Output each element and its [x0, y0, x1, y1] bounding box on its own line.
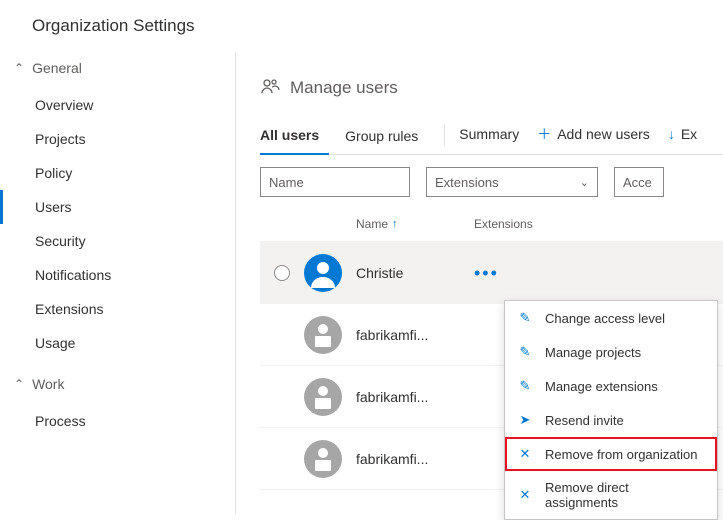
sidebar-group-general[interactable]: ⌃ General: [0, 54, 235, 84]
row-actions-menu-button[interactable]: •••: [474, 257, 499, 283]
avatar: [304, 254, 356, 292]
chevron-up-icon: ⌃: [14, 378, 24, 390]
add-new-users-button[interactable]: ＋ Add new users: [537, 124, 650, 152]
main-heading-text: Manage users: [290, 78, 398, 98]
filter-row: Extensions ⌄ Acce: [260, 155, 723, 211]
export-button[interactable]: ↓ Ex: [668, 126, 697, 150]
plus-icon: ＋: [537, 124, 551, 144]
download-icon: ↓: [668, 126, 675, 142]
sidebar-group-label: Work: [32, 376, 64, 392]
row-name: fabrikamfi...: [356, 451, 474, 467]
column-header-extensions[interactable]: Extensions: [474, 217, 723, 231]
divider: [444, 124, 445, 146]
column-header-name[interactable]: Name ↑: [356, 217, 474, 231]
pencil-icon: ✎: [517, 310, 533, 326]
tab-group-rules[interactable]: Group rules: [345, 122, 428, 154]
grid-header: Name ↑ Extensions: [260, 211, 723, 242]
sidebar-item-extensions[interactable]: Extensions: [0, 292, 235, 326]
tab-row: All users Group rules Summary ＋ Add new …: [260, 121, 723, 155]
send-icon: ➤: [517, 412, 533, 428]
sidebar-item-policy[interactable]: Policy: [0, 156, 235, 190]
tab-all-users[interactable]: All users: [260, 121, 329, 155]
sidebar-group-label: General: [32, 60, 82, 76]
users-icon: [260, 76, 280, 99]
row-select-radio[interactable]: [274, 265, 290, 281]
menu-item-manage-projects[interactable]: ✎ Manage projects: [505, 335, 717, 369]
pencil-icon: ✎: [517, 378, 533, 394]
row-name: Christie: [356, 265, 474, 281]
page-title: Organization Settings: [0, 0, 723, 52]
pencil-icon: ✎: [517, 344, 533, 360]
sidebar-item-security[interactable]: Security: [0, 224, 235, 258]
avatar: [304, 316, 356, 354]
row-context-menu: ✎ Change access level ✎ Manage projects …: [504, 300, 718, 520]
chevron-down-icon: ⌄: [580, 176, 589, 189]
extensions-filter-select[interactable]: Extensions ⌄: [426, 167, 598, 197]
sidebar: ⌃ General Overview Projects Policy Users…: [0, 52, 236, 514]
x-icon: ✕: [517, 487, 533, 503]
avatar: [304, 378, 356, 416]
menu-item-manage-extensions[interactable]: ✎ Manage extensions: [505, 369, 717, 403]
sort-ascending-icon: ↑: [392, 218, 398, 230]
main-heading: Manage users: [260, 76, 723, 99]
sidebar-item-projects[interactable]: Projects: [0, 122, 235, 156]
sidebar-item-users[interactable]: Users: [0, 190, 235, 224]
chevron-up-icon: ⌃: [14, 62, 24, 74]
access-filter-select[interactable]: Acce: [614, 167, 664, 197]
menu-item-remove-from-organization[interactable]: ✕ Remove from organization: [505, 437, 717, 471]
row-name: fabrikamfi...: [356, 327, 474, 343]
sidebar-item-process[interactable]: Process: [0, 404, 235, 438]
sidebar-item-notifications[interactable]: Notifications: [0, 258, 235, 292]
sidebar-item-usage[interactable]: Usage: [0, 326, 235, 360]
menu-item-remove-direct-assignments[interactable]: ✕ Remove direct assignments: [505, 471, 717, 519]
sidebar-item-overview[interactable]: Overview: [0, 88, 235, 122]
summary-button[interactable]: Summary: [459, 126, 519, 150]
x-icon: ✕: [517, 446, 533, 462]
row-name: fabrikamfi...: [356, 389, 474, 405]
sidebar-group-work[interactable]: ⌃ Work: [0, 370, 235, 400]
name-filter-input[interactable]: [260, 167, 410, 197]
table-row[interactable]: Christie •••: [260, 242, 723, 304]
avatar: [304, 440, 356, 478]
menu-item-change-access-level[interactable]: ✎ Change access level: [505, 301, 717, 335]
menu-item-resend-invite[interactable]: ➤ Resend invite: [505, 403, 717, 437]
